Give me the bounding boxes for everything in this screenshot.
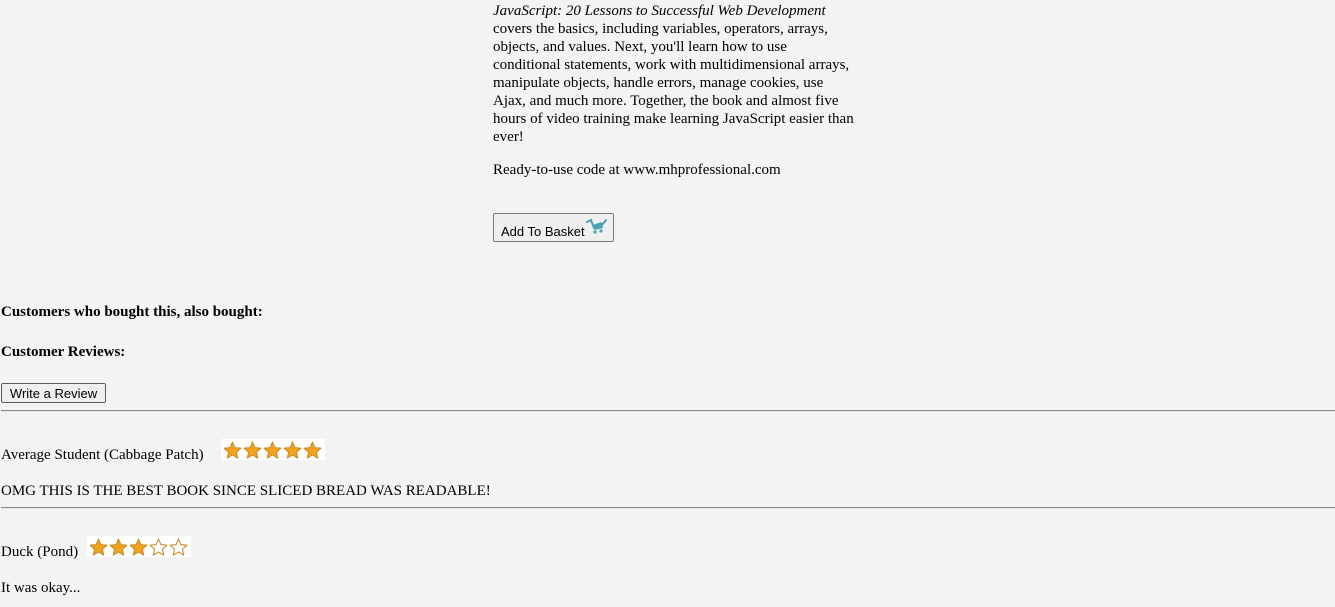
review-author: Duck (Pond) bbox=[1, 544, 79, 560]
star-rating bbox=[221, 439, 325, 460]
product-description: JavaScript: 20 Lessons to Successful Web… bbox=[493, 2, 858, 179]
code-note: Ready-to-use code at www.mhprofessional.… bbox=[493, 162, 781, 178]
description-paragraph: JavaScript: 20 Lessons to Successful Web… bbox=[493, 2, 858, 146]
shopping-cart-icon bbox=[585, 217, 607, 238]
add-to-basket-label: Add To Basket bbox=[501, 224, 585, 239]
star-empty-icon bbox=[149, 538, 168, 556]
star-filled-icon bbox=[89, 538, 108, 556]
write-review-button[interactable]: Write a Review bbox=[1, 383, 106, 403]
star-filled-icon bbox=[303, 441, 322, 459]
reviews-heading: Customer Reviews: bbox=[1, 344, 126, 360]
description-text: covers the basics, including variables, … bbox=[493, 21, 854, 145]
also-bought-heading: Customers who bought this, also bought: bbox=[1, 304, 263, 320]
star-filled-icon bbox=[263, 441, 282, 459]
star-filled-icon bbox=[283, 441, 302, 459]
book-title: JavaScript: 20 Lessons to Successful Web… bbox=[493, 3, 826, 19]
star-filled-icon bbox=[223, 441, 242, 459]
divider bbox=[1, 507, 1335, 509]
review-text: It was okay... bbox=[1, 580, 81, 596]
star-rating bbox=[87, 536, 191, 557]
star-filled-icon bbox=[243, 441, 262, 459]
star-filled-icon bbox=[109, 538, 128, 556]
product-page: JavaScript: 20 Lessons to Successful Web… bbox=[0, 0, 1335, 607]
divider bbox=[1, 410, 1335, 412]
review-text: OMG THIS IS THE BEST BOOK SINCE SLICED B… bbox=[1, 483, 491, 499]
review-author: Average Student (Cabbage Patch) bbox=[1, 447, 204, 463]
star-empty-icon bbox=[169, 538, 188, 556]
add-to-basket-button[interactable]: Add To Basket bbox=[493, 213, 614, 242]
star-filled-icon bbox=[129, 538, 148, 556]
